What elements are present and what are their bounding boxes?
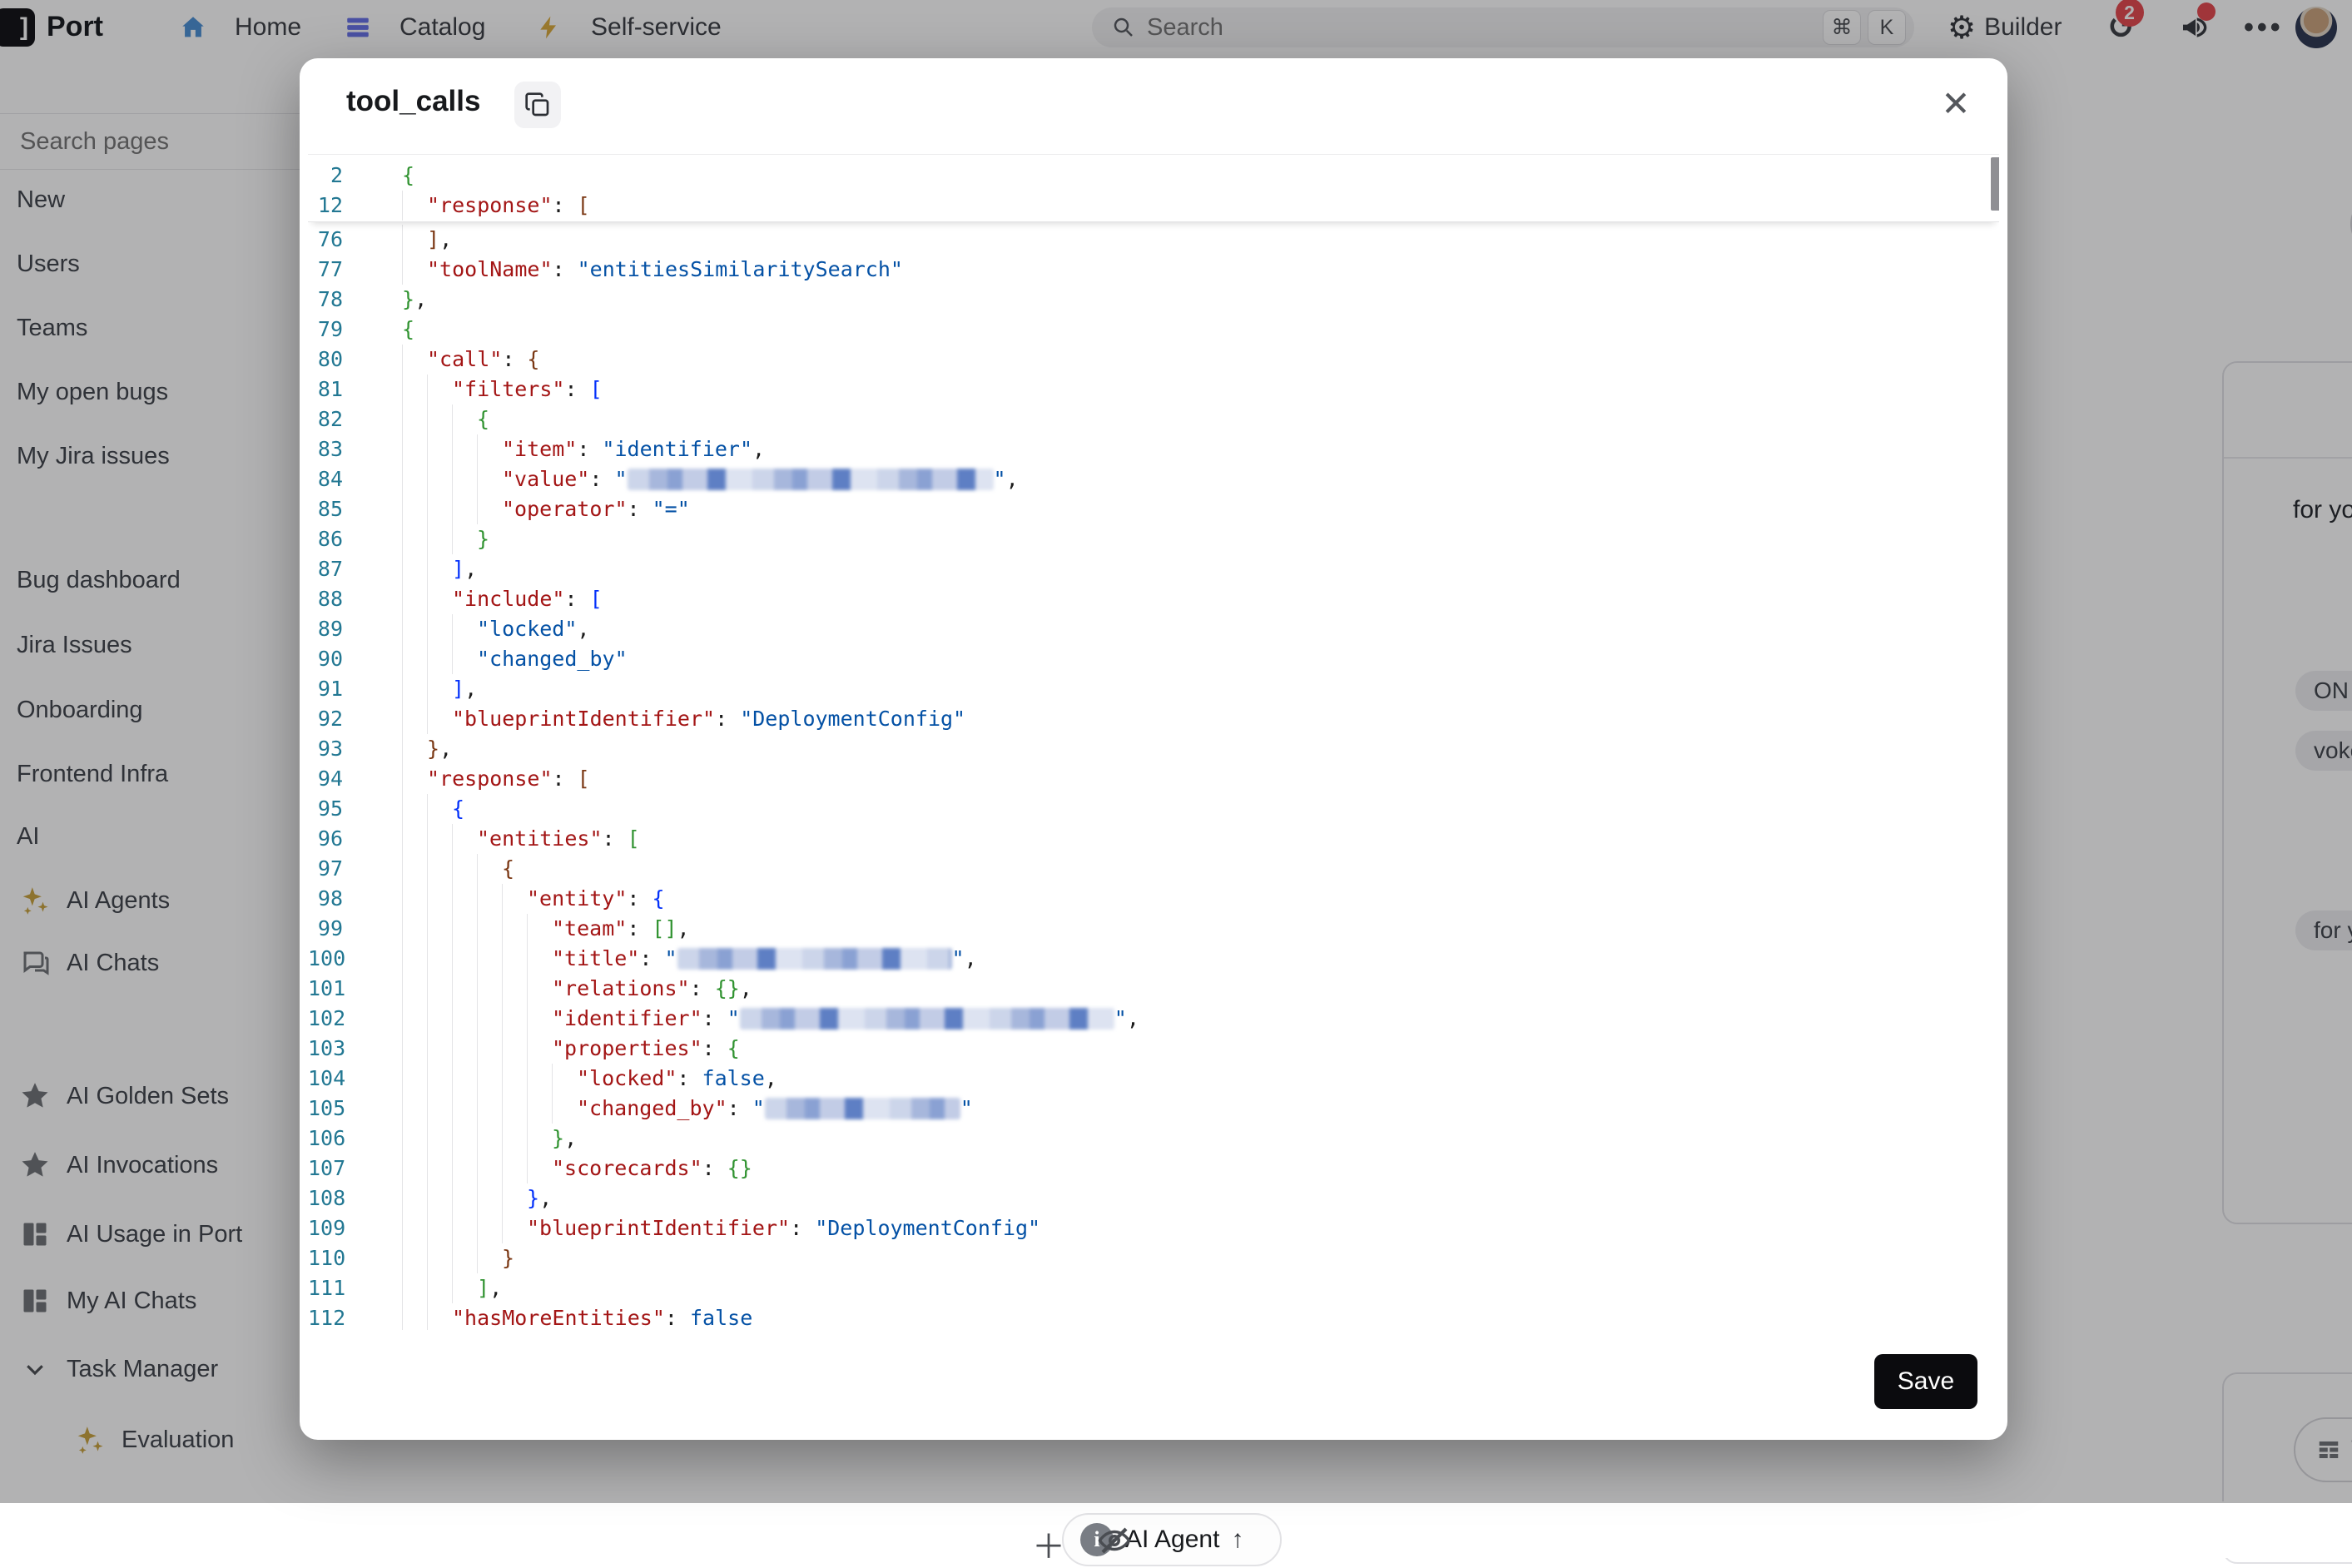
json-code-editor[interactable]: 76],77"toolName": "entitiesSimilaritySea…	[308, 154, 1999, 1330]
code-line-91: 91],	[308, 674, 1999, 704]
code-line-93: 93},	[308, 734, 1999, 764]
redacted-value	[765, 1098, 960, 1119]
close-icon[interactable]: ✕	[1933, 80, 1979, 127]
code-line-104: 104"locked": false,	[308, 1064, 1999, 1094]
code-line-85: 85"operator": "="	[308, 494, 1999, 524]
save-button[interactable]: Save	[1874, 1354, 1977, 1409]
redacted-value	[628, 469, 994, 490]
code-line-108: 108},	[308, 1183, 1999, 1213]
code-line-90: 90"changed_by"	[308, 644, 1999, 674]
code-line-98: 98"entity": {	[308, 884, 1999, 914]
hide-button[interactable]	[1097, 1523, 1132, 1558]
code-line-77: 77"toolName": "entitiesSimilaritySearch"	[308, 255, 1999, 285]
code-line-79: 79{	[308, 315, 1999, 345]
arrow-up-icon: ↑	[1231, 1526, 1243, 1554]
code-line-97: 97{	[308, 854, 1999, 884]
code-line-106: 106},	[308, 1124, 1999, 1154]
code-line-101: 101"relations": {},	[308, 974, 1999, 1004]
code-line-110: 110}	[308, 1243, 1999, 1273]
code-line-107: 107"scorecards": {}	[308, 1154, 1999, 1183]
code-line-76: 76],	[308, 225, 1999, 255]
code-line-81: 81"filters": [	[308, 375, 1999, 404]
code-line-87: 87],	[308, 554, 1999, 584]
editor-scrollbar[interactable]	[1991, 157, 1999, 211]
modal-title: tool_calls	[346, 85, 480, 118]
ai-agent-button[interactable]: i AI Agent ↑	[1062, 1513, 1282, 1566]
copy-icon	[524, 92, 551, 118]
code-line-109: 109"blueprintIdentifier": "DeploymentCon…	[308, 1213, 1999, 1243]
redacted-value	[740, 1008, 1114, 1030]
tool-calls-modal: tool_calls ✕ 76],77"toolName": "entities…	[300, 58, 2007, 1440]
code-line-2: 2{	[308, 161, 1999, 191]
code-line-12: 12"response": [	[308, 191, 1999, 221]
code-line-86: 86}	[308, 524, 1999, 554]
add-agent-button[interactable]: ＋	[1032, 1520, 1065, 1568]
code-line-100: 100"title": "",	[308, 944, 1999, 974]
sticky-scroll-lines: 2{12"response": [	[308, 155, 1999, 222]
code-line-82: 82{	[308, 404, 1999, 434]
code-line-83: 83"item": "identifier",	[308, 434, 1999, 464]
copy-button[interactable]	[514, 82, 561, 128]
code-line-103: 103"properties": {	[308, 1034, 1999, 1064]
code-line-80: 80"call": {	[308, 345, 1999, 375]
code-line-96: 96"entities": [	[308, 824, 1999, 854]
code-line-112: 112"hasMoreEntities": false	[308, 1303, 1999, 1330]
code-line-95: 95{	[308, 794, 1999, 824]
code-line-102: 102"identifier": "",	[308, 1004, 1999, 1034]
eye-slash-icon	[1097, 1523, 1132, 1558]
code-line-105: 105"changed_by": ""	[308, 1094, 1999, 1124]
code-line-89: 89"locked",	[308, 614, 1999, 644]
code-line-88: 88"include": [	[308, 584, 1999, 614]
redacted-value	[677, 948, 952, 970]
code-line-99: 99"team": [],	[308, 914, 1999, 944]
code-line-111: 111],	[308, 1273, 1999, 1303]
code-line-84: 84"value": "",	[308, 464, 1999, 494]
code-line-94: 94"response": [	[308, 764, 1999, 794]
bottom-bar: i AI Agent ↑ ＋	[599, 1501, 2352, 1558]
code-line-78: 78},	[308, 285, 1999, 315]
code-line-92: 92"blueprintIdentifier": "DeploymentConf…	[308, 704, 1999, 734]
